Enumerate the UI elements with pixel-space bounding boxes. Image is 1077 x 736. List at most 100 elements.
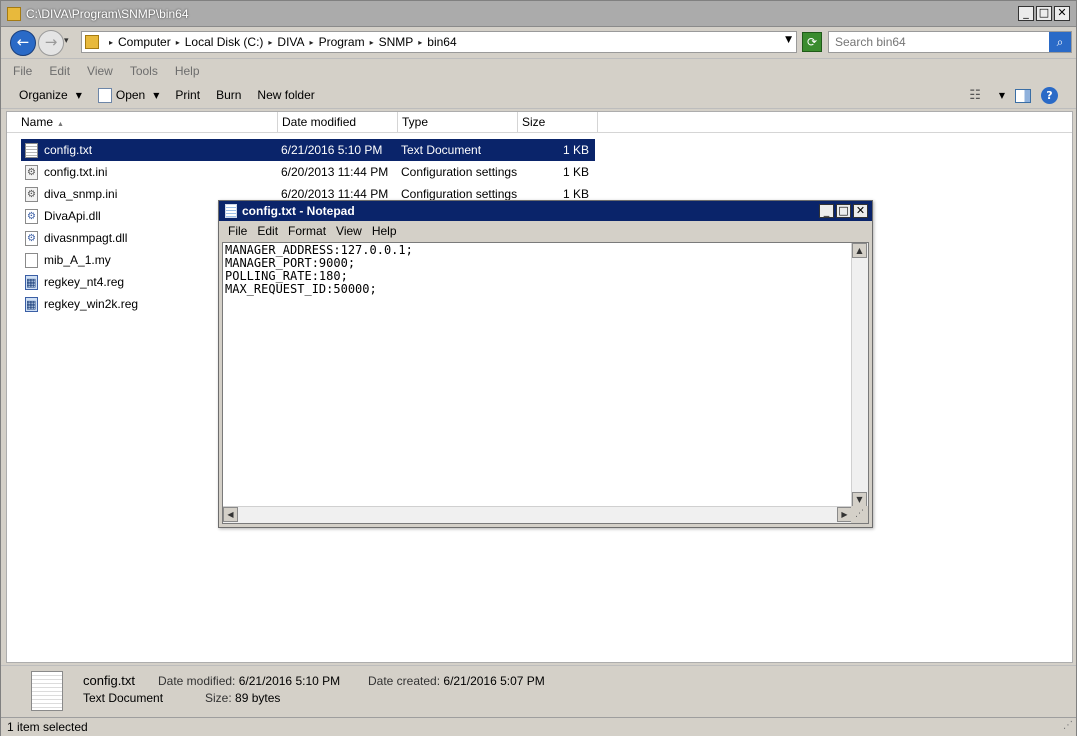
menu-view[interactable]: View [336,224,362,238]
notepad-text-area[interactable]: MANAGER_ADDRESS:127.0.0.1; MANAGER_PORT:… [225,244,851,506]
scroll-down-icon[interactable]: ▼ [852,492,867,507]
chevron-right-icon[interactable]: ▸ [109,38,113,47]
burn-button[interactable]: Burn [216,88,241,102]
settings-file-icon [25,164,38,180]
maximize-button[interactable]: □ [836,204,851,218]
column-name-label: Name [21,115,54,129]
menu-file[interactable]: File [13,64,32,78]
registry-file-icon [25,274,38,290]
explorer-titlebar[interactable]: C:\DIVA\Program\SNMP\bin64 _ □ ✕ [1,1,1076,27]
file-size: 1 KB [562,143,589,157]
command-bar: Organize ▼ Open ▼ Print Burn New folder … [1,82,1076,109]
column-name[interactable]: Name ▲ [7,112,278,133]
history-dropdown-icon[interactable]: ▾ [64,36,69,46]
resize-grip-icon[interactable]: ⋰ [851,506,868,523]
blank-file-icon [25,252,38,268]
resize-grip-icon[interactable]: ⋰ [1063,717,1073,735]
chevron-down-icon[interactable]: ▼ [153,91,159,100]
details-size: Size: 89 bytes [205,691,280,705]
vertical-scrollbar[interactable]: ▲ ▼ [851,243,868,507]
file-name: config.txt.ini [44,165,108,179]
minimize-button[interactable]: _ [819,204,834,218]
details-size-label: Size: [205,691,232,705]
details-created-label: Date created: [368,674,441,688]
help-icon[interactable]: ? [1041,87,1058,104]
horizontal-scrollbar[interactable]: ◀ ▶ [223,506,852,523]
scroll-right-icon[interactable]: ▶ [837,507,852,522]
chevron-right-icon[interactable]: ▸ [268,38,272,47]
search-box: ⌕ [828,31,1072,53]
refresh-button[interactable]: ⟳ [802,32,822,52]
preview-pane-icon[interactable] [1015,88,1031,103]
organize-label: Organize [19,88,68,102]
file-name: regkey_nt4.reg [44,275,125,289]
file-row[interactable]: config.txt.ini 6/20/2013 11:44 PM Config… [21,161,595,183]
address-dropdown-icon[interactable]: ▼ [785,35,792,45]
column-type[interactable]: Type [398,112,518,133]
close-button[interactable]: ✕ [1054,6,1070,21]
file-size: 1 KB [562,165,589,179]
organize-button[interactable]: Organize ▼ [19,88,82,102]
details-size-value: 89 bytes [235,691,281,705]
details-file-name: config.txt [83,673,136,688]
back-button[interactable]: ← [10,30,36,56]
breadcrumb-bin64[interactable]: bin64 [427,35,456,49]
change-view-icon[interactable]: ☷ [969,88,981,103]
file-row[interactable]: config.txt 6/21/2016 5:10 PM Text Docume… [21,139,595,161]
notepad-editor: MANAGER_ADDRESS:127.0.0.1; MANAGER_PORT:… [222,242,869,524]
breadcrumb: ▸ Computer ▸ Local Disk (C:) ▸ DIVA ▸ Pr… [104,35,457,49]
maximize-button[interactable]: □ [1036,6,1052,21]
notepad-titlebar[interactable]: config.txt - Notepad _ □ ✕ [219,201,872,221]
chevron-right-icon[interactable]: ▸ [418,38,422,47]
menu-tools[interactable]: Tools [130,64,158,78]
details-created-value: 6/21/2016 5:07 PM [443,674,545,688]
notepad-window-controls: _ □ ✕ [819,204,868,218]
notepad-icon [225,204,237,218]
breadcrumb-snmp[interactable]: SNMP [379,35,414,49]
menu-edit[interactable]: Edit [257,224,278,238]
new-folder-button[interactable]: New folder [257,88,314,102]
search-input[interactable] [829,32,1049,52]
menu-help[interactable]: Help [372,224,397,238]
chevron-right-icon[interactable]: ▸ [310,38,314,47]
chevron-down-icon[interactable]: ▼ [999,91,1005,100]
breadcrumb-diva[interactable]: DIVA [277,35,304,49]
details-file-type: Text Document [83,691,164,705]
print-button[interactable]: Print [175,88,200,102]
forward-button[interactable]: → [38,30,64,56]
scroll-up-icon[interactable]: ▲ [852,243,867,258]
menu-format[interactable]: Format [288,224,326,238]
toolbar-right: ☷ ▼ ? [969,87,1058,104]
window-title: C:\DIVA\Program\SNMP\bin64 [26,7,189,21]
status-bar: 1 item selected ⋰ [1,717,1076,736]
file-type: Text Document [401,143,482,157]
address-bar[interactable]: ▸ Computer ▸ Local Disk (C:) ▸ DIVA ▸ Pr… [81,31,797,53]
file-date: 6/21/2016 5:10 PM [281,143,383,157]
search-icon[interactable]: ⌕ [1049,32,1071,52]
file-name: config.txt [44,143,93,157]
column-date-modified[interactable]: Date modified [278,112,398,133]
breadcrumb-program[interactable]: Program [319,35,365,49]
open-button[interactable]: Open ▼ [97,87,159,103]
folder-icon [7,7,21,21]
chevron-right-icon[interactable]: ▸ [370,38,374,47]
explorer-menubar: File Edit View Tools Help [1,60,1076,81]
menu-file[interactable]: File [228,224,247,238]
menu-edit[interactable]: Edit [49,64,70,78]
column-headers: Name ▲ Date modified Type Size [7,112,1072,133]
file-name: regkey_win2k.reg [44,297,139,311]
menu-help[interactable]: Help [175,64,200,78]
column-size[interactable]: Size [518,112,598,133]
address-folder-icon [85,35,99,49]
dll-file-icon [25,208,38,224]
file-date: 6/20/2013 11:44 PM [281,187,389,201]
menu-view[interactable]: View [87,64,113,78]
breadcrumb-local-disk[interactable]: Local Disk (C:) [185,35,264,49]
close-button[interactable]: ✕ [853,204,868,218]
breadcrumb-computer[interactable]: Computer [118,35,171,49]
scroll-left-icon[interactable]: ◀ [223,507,238,522]
chevron-down-icon: ▼ [75,90,82,100]
chevron-right-icon[interactable]: ▸ [176,38,180,47]
minimize-button[interactable]: _ [1018,6,1034,21]
text-document-icon [25,142,38,158]
